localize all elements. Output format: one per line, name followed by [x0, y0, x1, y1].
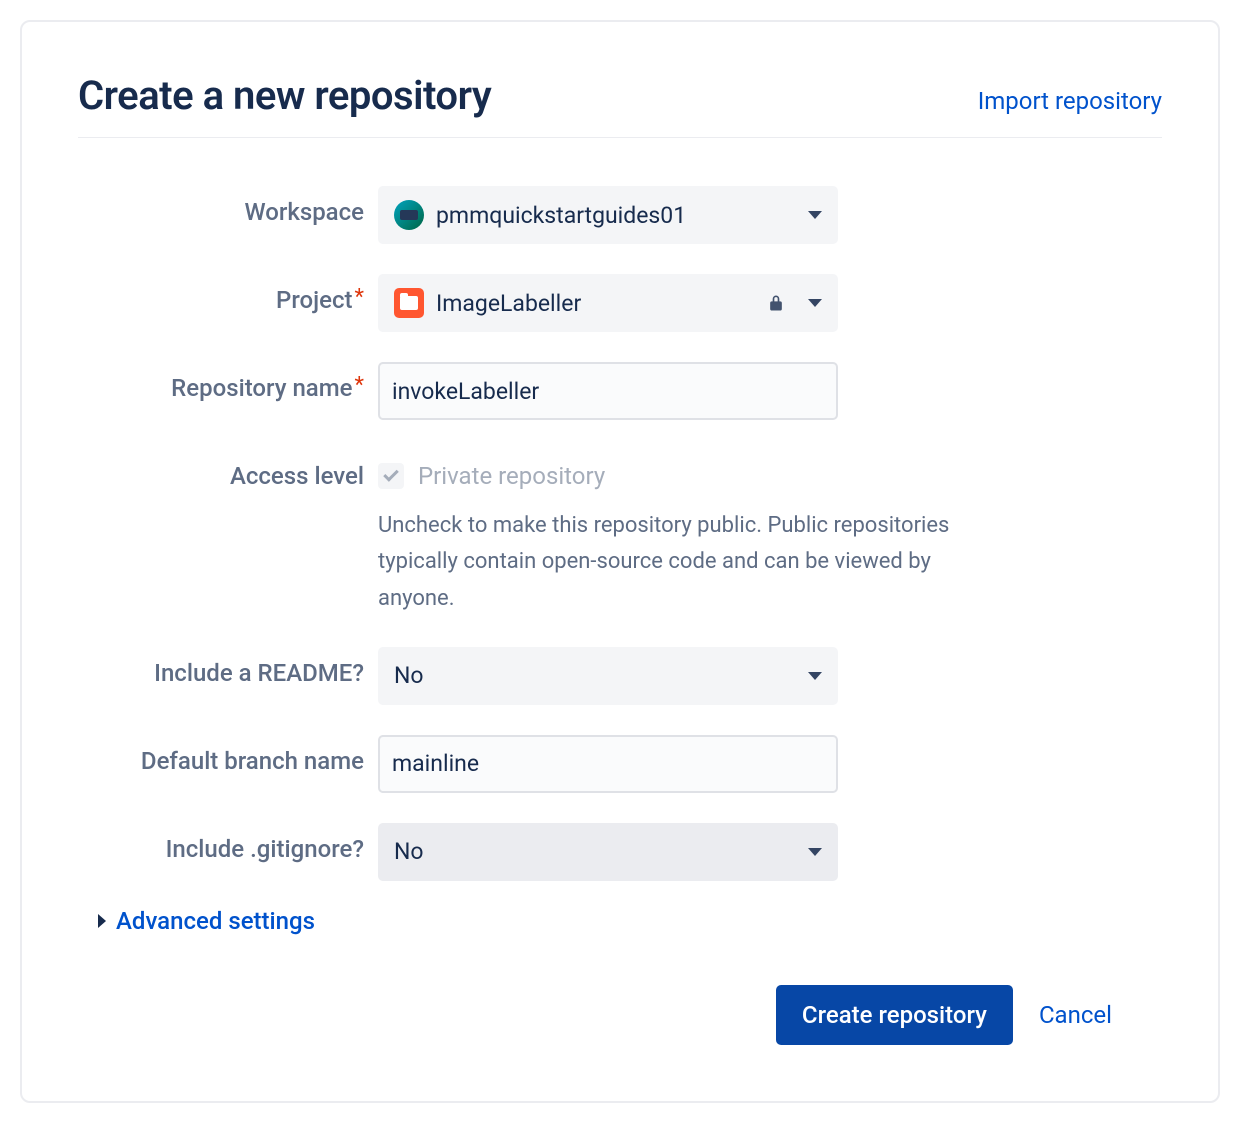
gitignore-label: Include .gitignore?: [166, 835, 364, 863]
lock-icon: [766, 293, 786, 313]
chevron-down-icon: [808, 848, 822, 856]
readme-label: Include a README?: [154, 659, 364, 687]
chevron-down-icon: [808, 299, 822, 307]
branch-name-input[interactable]: [378, 735, 838, 793]
access-level-help-text: Uncheck to make this repository public. …: [378, 508, 998, 617]
cancel-link[interactable]: Cancel: [1039, 1001, 1112, 1029]
access-level-row: Access level Private repository Uncheck …: [78, 450, 1162, 617]
gitignore-select[interactable]: No: [378, 823, 838, 881]
workspace-value: pmmquickstartguides01: [436, 202, 796, 229]
check-icon: [383, 466, 399, 482]
required-indicator: *: [355, 373, 364, 398]
branch-label: Default branch name: [141, 747, 364, 775]
create-repo-card: Create a new repository Import repositor…: [20, 20, 1220, 1103]
project-row: Project* ImageLabeller: [78, 274, 1162, 332]
private-repo-checkbox[interactable]: [378, 463, 404, 489]
import-repository-link[interactable]: Import repository: [978, 87, 1162, 115]
workspace-avatar-icon: [394, 200, 424, 230]
folder-icon: [394, 288, 424, 318]
project-select[interactable]: ImageLabeller: [378, 274, 838, 332]
chevron-down-icon: [808, 211, 822, 219]
private-repo-checkbox-label: Private repository: [418, 462, 605, 490]
gitignore-value: No: [394, 838, 796, 865]
repo-name-input[interactable]: [378, 362, 838, 420]
action-row: Create repository Cancel: [78, 985, 1162, 1045]
create-repository-button[interactable]: Create repository: [776, 985, 1013, 1045]
workspace-label: Workspace: [244, 198, 364, 226]
repo-name-row: Repository name*: [78, 362, 1162, 420]
readme-select[interactable]: No: [378, 647, 838, 705]
workspace-row: Workspace pmmquickstartguides01: [78, 186, 1162, 244]
readme-row: Include a README? No: [78, 647, 1162, 705]
gitignore-row: Include .gitignore? No: [78, 823, 1162, 881]
required-indicator: *: [355, 285, 364, 310]
access-level-label: Access level: [230, 462, 364, 490]
form-body: Workspace pmmquickstartguides01 Project*…: [78, 186, 1162, 1045]
readme-value: No: [394, 662, 796, 689]
chevron-down-icon: [808, 672, 822, 680]
project-label: Project: [276, 286, 353, 314]
project-value: ImageLabeller: [436, 290, 754, 317]
header-row: Create a new repository Import repositor…: [78, 72, 1162, 138]
page-title: Create a new repository: [78, 72, 491, 119]
chevron-right-icon: [98, 914, 106, 928]
branch-row: Default branch name: [78, 735, 1162, 793]
advanced-settings-toggle[interactable]: Advanced settings: [98, 907, 1162, 935]
advanced-settings-label: Advanced settings: [116, 907, 315, 935]
workspace-select[interactable]: pmmquickstartguides01: [378, 186, 838, 244]
repo-name-label: Repository name: [171, 374, 352, 402]
